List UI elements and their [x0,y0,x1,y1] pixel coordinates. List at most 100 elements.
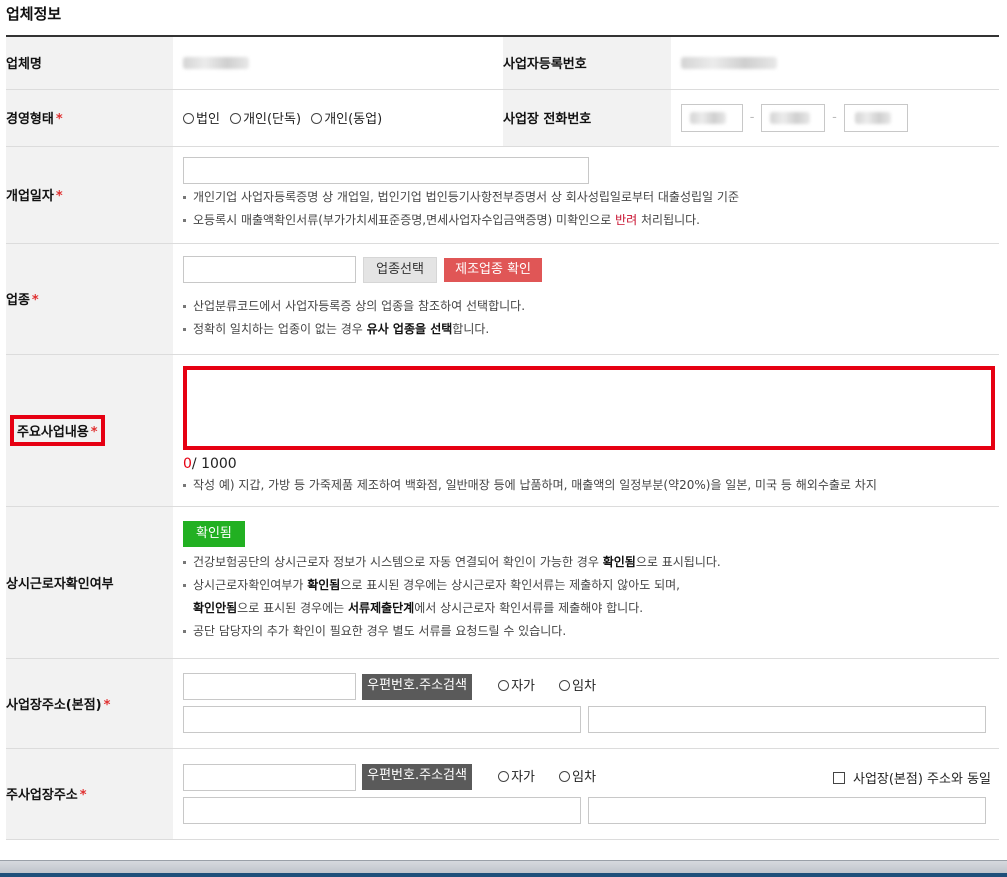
radio-individual-partnership[interactable]: 개인(동업) [311,112,382,127]
fulltime-note-4: 공단 담당자의 추가 확인이 필요한 경우 별도 서류를 요청드릴 수 있습니다… [183,620,999,643]
phone-part-3-input[interactable] [843,103,908,132]
main-address-lines [183,796,999,824]
row-main-address: 주사업장주소 * 우편번호.주소검색 자가 임차 사업장(본점) 주소와 동일 [6,748,999,840]
required-mark: * [90,424,98,440]
main-business-char-counter: 0/ 1000 [183,455,237,472]
checkbox-icon[interactable] [832,771,845,784]
open-date-cell: 개인기업 사업자등록증명 상 개업일, 법인기업 법인등기사항전부증명서 상 회… [173,146,999,244]
required-mark: * [55,189,63,204]
radio-circle-icon[interactable] [183,113,194,124]
company-name-value-cell [173,37,503,90]
row-hq-address: 사업장주소(본점) * 우편번호.주소검색 자가 임차 [6,658,999,749]
main-address-search-button[interactable]: 우편번호.주소검색 [362,764,472,790]
industry-select-button[interactable]: 업종선택 [363,256,437,283]
business-reg-no-value-cell [671,37,999,90]
industry-note-1: 산업분류코드에서 사업자등록증 상의 업종을 참조하여 선택합니다. [183,295,999,318]
radio-circle-icon[interactable] [498,680,510,691]
main-address-cell: 우편번호.주소검색 자가 임차 사업장(본점) 주소와 동일 [173,748,999,840]
manufacturing-check-button[interactable]: 제조업종 확인 [444,257,543,282]
open-date-note-2: 오등록시 매출액확인서류(부가가치세표준증명,면세사업자수입금액증명) 미확인으… [183,209,999,232]
fulltime-note-2: 상시근로자확인여부가 확인됨으로 표시된 경우에는 상시근로자 확인서류는 제출… [183,574,999,597]
hq-radio-owned[interactable]: 자가 [498,679,535,694]
company-name-label-cell: 업체명 [6,37,173,90]
business-phone-inputs: - - [671,89,999,147]
fulltime-workers-status: 확인됨 [183,521,999,547]
industry-cell: 업종선택 제조업종 확인 산업분류코드에서 사업자등록증 상의 업종을 참조하여… [173,243,999,355]
business-phone-label: 사업장 전화번호 [503,112,592,127]
industry-note-2: 정확히 일치하는 업종이 없는 경우 유사 업종을 선택합니다. [183,318,999,341]
industry-input[interactable] [183,256,356,283]
industry-label: 업종 [6,293,30,308]
hq-address-label: 사업장주소(본점) [6,697,102,713]
fulltime-note-1: 건강보험공단의 상시근로자 정보가 시스템으로 자동 연결되어 확인이 가능한 … [183,551,999,574]
main-address-label: 주사업장주소 [6,788,78,803]
management-type-options: 법인 개인(단독) 개인(동업) [173,89,503,147]
business-reg-no-label-cell: 사업자등록번호 [503,37,671,90]
main-radio-leased[interactable]: 임차 [559,770,596,785]
required-mark: * [55,112,63,127]
row-open-date: 개업일자 * 개인기업 사업자등록증명 상 개업일, 법인기업 법인등기사항전부증… [6,146,999,244]
hq-radio-leased[interactable]: 임차 [559,679,596,694]
fulltime-workers-label: 상시근로자확인여부 [6,576,114,592]
main-radio-owned[interactable]: 자가 [498,770,535,785]
management-type-label-cell: 경영형태 * [6,89,173,147]
radio-circle-icon[interactable] [559,770,571,782]
main-business-example-note: 작성 예) 지갑, 가방 등 가죽제품 제조하여 백화점, 일반매장 등에 납품… [183,474,999,497]
main-address-line-1[interactable] [183,796,581,824]
hq-address-lines [183,706,999,733]
row-company-name: 업체명 사업자등록번호 [6,37,999,90]
main-business-label-highlight: 주요사업내용 * [10,414,105,446]
row-industry: 업종 * 업종선택 제조업종 확인 산업분류코드에서 사업자등록증 상의 업종을 … [6,243,999,355]
open-date-label: 개업일자 [6,189,54,204]
fulltime-workers-label-cell: 상시근로자확인여부 [6,506,173,659]
hq-address-search-button[interactable]: 우편번호.주소검색 [362,673,472,700]
company-info-table: 업체명 사업자등록번호 경영형태 * 법인 개인(단독) 개인(동업) 사업장 전… [6,37,999,840]
business-reg-no-value-redacted [681,56,777,69]
taskbar [0,860,1007,877]
open-date-input[interactable] [183,157,589,184]
row-main-business: 주요사업내용 * 0/ 1000 작성 예) 지갑, 가방 등 가죽제품 제조하여… [6,354,999,507]
main-postcode-input[interactable] [183,763,356,791]
main-business-textarea[interactable] [183,365,995,450]
verified-button[interactable]: 확인됨 [183,521,245,547]
hq-address-cell: 우편번호.주소검색 자가 임차 [173,658,999,749]
management-type-label: 경영형태 [6,112,54,127]
business-reg-no-label: 사업자등록번호 [503,57,587,73]
phone-separator: - [832,110,837,125]
radio-circle-icon[interactable] [311,113,323,124]
required-mark: * [103,697,111,713]
main-address-line-2[interactable] [588,796,987,824]
main-business-label-cell: 주요사업내용 * [6,354,173,507]
phone-part-2-input[interactable] [761,103,826,132]
phone-separator: - [749,110,755,125]
industry-label-cell: 업종 * [6,243,173,355]
fulltime-note-3: 확인안됨으로 표시된 경우에는 서류제출단계에서 상시근로자 확인서류를 제출해… [193,601,644,615]
main-address-controls: 우편번호.주소검색 자가 임차 사업장(본점) 주소와 동일 [183,763,999,792]
company-name-label: 업체명 [6,57,42,73]
radio-circle-icon[interactable] [498,770,510,782]
radio-corporation[interactable]: 법인 [183,112,220,127]
section-title: 업체정보 [6,5,62,23]
row-fulltime-workers: 상시근로자확인여부 확인됨 건강보험공단의 상시근로자 정보가 시스템으로 자동… [6,506,999,659]
row-management-type: 경영형태 * 법인 개인(단독) 개인(동업) 사업장 전화번호 - - [6,89,999,147]
required-mark: * [79,788,87,803]
main-business-cell: 0/ 1000 작성 예) 지갑, 가방 등 가죽제품 제조하여 백화점, 일반… [173,354,999,507]
fulltime-workers-cell: 확인됨 건강보험공단의 상시근로자 정보가 시스템으로 자동 연결되어 확인이 … [173,506,999,659]
phone-part-1-input[interactable] [681,103,743,132]
main-address-label-cell: 주사업장주소 * [6,748,173,840]
required-mark: * [31,293,39,308]
open-date-label-cell: 개업일자 * [6,146,173,244]
hq-address-line-2[interactable] [588,706,987,733]
radio-circle-icon[interactable] [559,680,571,691]
industry-controls: 업종선택 제조업종 확인 [183,256,999,283]
same-as-hq-option[interactable]: 사업장(본점) 주소와 동일 [832,768,991,787]
hq-address-line-1[interactable] [183,706,581,733]
open-date-note-1: 개인기업 사업자등록증명 상 개업일, 법인기업 법인등기사항전부증명서 상 회… [183,186,999,209]
company-name-value-redacted [183,56,249,69]
business-phone-label-cell: 사업장 전화번호 [503,89,671,147]
radio-circle-icon[interactable] [230,113,242,124]
radio-individual-sole[interactable]: 개인(단독) [230,112,301,127]
main-business-label: 주요사업내용 [17,424,89,440]
taskbar-strip [0,873,1007,877]
hq-postcode-input[interactable] [183,673,356,700]
